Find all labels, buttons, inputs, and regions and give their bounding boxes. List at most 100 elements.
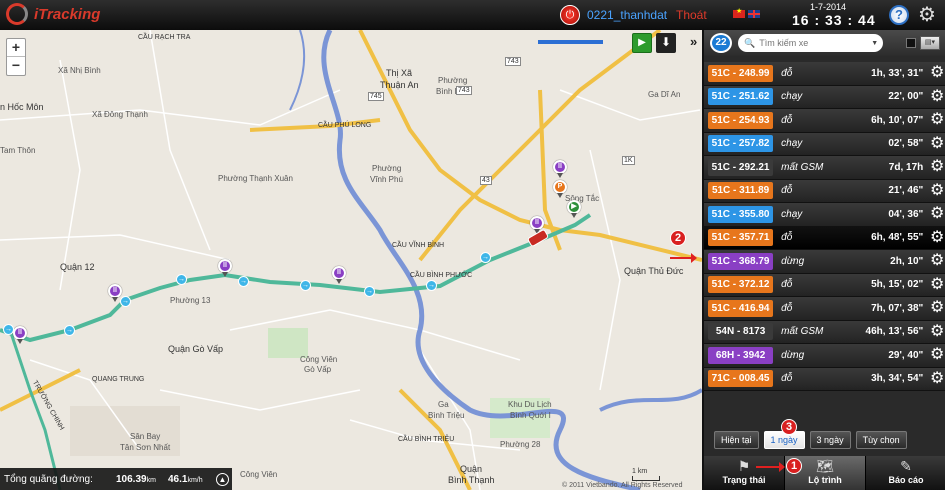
vehicle-plate: 51C - 368.79 <box>708 252 774 270</box>
help-icon[interactable]: ? <box>889 5 909 25</box>
download-icon[interactable]: ⬇ <box>656 33 676 53</box>
tab-report[interactable]: ✎ Báo cáo <box>866 456 945 490</box>
vehicle-row[interactable]: 51C - 251.62 chạy 22', 00" ⚙ <box>704 85 945 109</box>
chevron-up-icon[interactable]: ▲ <box>216 472 229 486</box>
map-canvas <box>0 30 702 490</box>
vehicle-status: đỗ <box>781 114 793 126</box>
vehicle-search-input[interactable] <box>759 38 872 48</box>
tab-label: Trạng thái <box>722 475 766 485</box>
gear-icon[interactable]: ⚙ <box>927 204 945 224</box>
vehicle-duration: 21', 46" <box>888 185 924 197</box>
zoom-in-button[interactable]: + <box>7 39 25 57</box>
direction-arrow-icon: → <box>238 276 249 287</box>
map-label: Quận Gò Vấp <box>168 344 224 354</box>
map-label: CẦU BÌNH PHƯỚC <box>410 272 473 279</box>
callout-badge: 1 <box>786 458 802 474</box>
vehicle-status: đỗ <box>781 185 793 197</box>
search-box: 🔍 ▼ <box>738 34 883 52</box>
vehicle-row[interactable]: 51C - 416.94 đỗ 7h, 07', 38" ⚙ <box>704 297 945 321</box>
vehicle-duration: 7h, 07', 38" <box>871 302 924 314</box>
vehicle-plate: 51C - 355.80 <box>708 205 774 223</box>
power-icon[interactable]: ⏻ <box>560 5 580 25</box>
gear-icon[interactable]: ⚙ <box>927 369 945 389</box>
logo-icon <box>6 3 28 25</box>
logout-link[interactable]: Thoát <box>676 8 707 22</box>
callout-arrow-icon <box>670 253 697 263</box>
map-label: Phường <box>372 164 402 173</box>
map-label: Xã Đông Thạnh <box>92 110 148 119</box>
gear-icon[interactable]: ⚙ <box>927 110 945 130</box>
map-label: Công Viên <box>300 355 338 364</box>
vehicle-duration: 7d, 17h <box>888 161 924 173</box>
vehicle-status: mất GSM <box>781 161 824 173</box>
uk-flag-icon[interactable] <box>748 10 760 18</box>
period-button[interactable]: 3 ngày <box>809 431 851 449</box>
vehicle-row[interactable]: 51C - 372.12 đỗ 5h, 15', 02" ⚙ <box>704 273 945 297</box>
map-label: Tam Thôn <box>0 146 36 155</box>
gear-icon[interactable]: ⚙ <box>927 275 945 295</box>
vehicle-row[interactable]: 51C - 257.82 chạy 02', 58" ⚙ <box>704 132 945 156</box>
start-marker[interactable]: ▶ <box>567 200 581 218</box>
chevron-down-icon[interactable]: ▼ <box>871 40 878 47</box>
vehicle-row[interactable]: 51C - 248.99 đỗ 1h, 33', 31" ⚙ <box>704 62 945 86</box>
map-label: CẦU RẠCH TRA <box>138 34 191 41</box>
gear-icon[interactable]: ⚙ <box>927 322 945 342</box>
gear-icon[interactable]: ⚙ <box>927 251 945 271</box>
vehicle-row[interactable]: 71C - 008.45 đỗ 3h, 34', 54" ⚙ <box>704 367 945 391</box>
play-icon[interactable]: ▶ <box>632 33 652 53</box>
gear-icon[interactable]: ⚙ <box>927 63 945 83</box>
gear-icon[interactable]: ⚙ <box>927 228 945 248</box>
vehicle-status: chạy <box>781 138 803 150</box>
gear-icon[interactable]: ⚙ <box>927 345 945 365</box>
map-label: Quận <box>460 464 483 474</box>
stop-marker[interactable]: ll <box>13 326 27 344</box>
collapse-panel-icon[interactable]: » <box>690 34 697 49</box>
vehicle-row[interactable]: 51C - 357.71 đỗ 6h, 48', 55" ⚙ <box>704 226 945 250</box>
map-label: Ga Dĩ An <box>648 90 681 99</box>
vehicle-plate: 51C - 248.99 <box>708 64 774 82</box>
map-label: Vĩnh Phú <box>370 175 403 184</box>
vehicle-status: chạy <box>781 208 803 220</box>
zoom-out-button[interactable]: − <box>7 57 25 75</box>
vehicle-status: đỗ <box>781 232 793 244</box>
select-all-checkbox[interactable] <box>906 38 916 48</box>
vehicle-status: mất GSM <box>781 326 824 338</box>
gear-icon[interactable]: ⚙ <box>927 134 945 154</box>
vehicle-duration: 29', 40" <box>888 349 924 361</box>
park-marker[interactable]: P <box>553 180 567 198</box>
vehicle-duration: 3h, 34', 54" <box>871 373 924 385</box>
vehicle-status: chạy <box>781 91 803 103</box>
playback-progress-bar[interactable] <box>538 40 603 44</box>
vehicle-plate: 68H - 3942 <box>708 346 774 364</box>
vehicle-row[interactable]: 51C - 254.93 đỗ 6h, 10', 07" ⚙ <box>704 109 945 133</box>
vehicle-row[interactable]: 51C - 355.80 chạy 04', 36" ⚙ <box>704 203 945 227</box>
vehicle-row[interactable]: 51C - 292.21 mất GSM 7d, 17h ⚙ <box>704 156 945 180</box>
period-button[interactable]: Tùy chọn <box>855 431 907 449</box>
bottom-tab-bar: ⚑ Trạng thái 🗺 Lộ trình ✎ Báo cáo <box>704 456 945 490</box>
vehicle-duration: 6h, 48', 55" <box>871 232 924 244</box>
tab-flag[interactable]: ⚑ Trạng thái <box>704 456 785 490</box>
map-label: Công Viên <box>240 470 278 479</box>
vehicle-row[interactable]: 51C - 311.89 đỗ 21', 46" ⚙ <box>704 179 945 203</box>
stop-marker[interactable]: ll <box>332 266 346 284</box>
map-view[interactable]: CẦU RẠCH TRA Xã Nhị Bình n Hốc Môn Xã Đô… <box>0 30 702 490</box>
callout-arrow-icon <box>756 462 785 472</box>
stop-marker[interactable]: ll <box>553 160 567 178</box>
gear-icon[interactable]: ⚙ <box>927 157 945 177</box>
vehicle-row[interactable]: 54N - 8173 mất GSM 46h, 13', 56" ⚙ <box>704 320 945 344</box>
map-label: QUANG TRUNG <box>92 376 145 383</box>
vietnam-flag-icon[interactable] <box>733 7 745 18</box>
logo: iTracking <box>6 3 100 25</box>
gear-icon[interactable]: ⚙ <box>927 298 945 318</box>
gear-icon[interactable]: ⚙ <box>927 181 945 201</box>
map-label: CẦU VĨNH BÌNH <box>392 242 445 249</box>
filter-menu-icon[interactable]: ▤▾ <box>920 36 940 50</box>
map-label: Phường Thạnh Xuân <box>218 174 293 183</box>
vehicle-row[interactable]: 51C - 368.79 dừng 2h, 10" ⚙ <box>704 250 945 274</box>
vehicle-row[interactable]: 68H - 3942 dừng 29', 40" ⚙ <box>704 344 945 368</box>
road-shield: 743 <box>456 86 472 95</box>
settings-gear-icon[interactable]: ⚙ <box>918 4 936 26</box>
period-button[interactable]: Hiện tại <box>714 431 759 449</box>
stop-marker[interactable]: ll <box>218 259 232 277</box>
gear-icon[interactable]: ⚙ <box>927 87 945 107</box>
